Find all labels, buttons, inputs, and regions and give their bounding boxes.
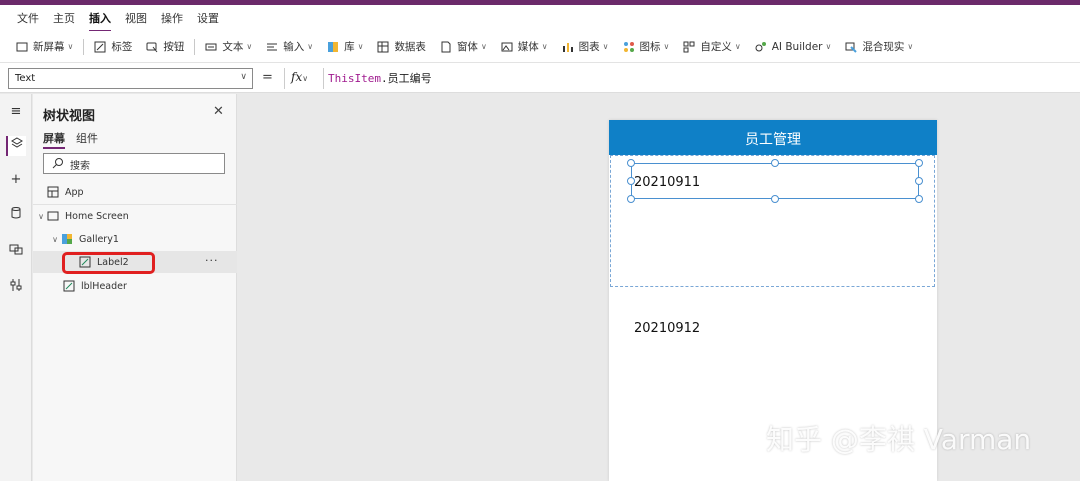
new-screen-icon [16,41,28,53]
button-icon [146,41,158,53]
resize-handle[interactable] [915,195,923,203]
label-icon [63,280,75,292]
media-button[interactable]: 媒体 ∨ [501,39,548,54]
tree-view-title: 树状视图 [43,109,96,124]
text-icon [205,41,217,53]
chevron-down-icon[interactable]: ∨ [49,235,61,244]
custom-icon [683,41,695,53]
media-icon [501,41,513,53]
icons-icon [623,41,635,53]
resize-handle[interactable] [627,159,635,167]
formula-keyword: ThisItem [328,72,381,85]
mixed-reality-button[interactable]: 混合现实 ∨ [845,39,913,54]
left-rail: ≡ + [0,94,32,481]
gallery-item-label[interactable]: 20210911 [634,175,700,190]
tab-components[interactable]: 组件 [76,130,98,146]
menu-settings[interactable]: 设置 [197,8,219,28]
menu-action[interactable]: 操作 [161,8,183,28]
annotation-highlight-box [62,252,155,274]
menu-home[interactable]: 主页 [53,8,75,28]
close-icon[interactable]: ✕ [213,104,224,119]
watermark: 知乎 @李祺 Varman [766,423,1032,456]
data-table-icon [377,41,389,53]
formula-input[interactable]: ThisItem.员工编号 [328,70,432,86]
tree-node-app[interactable]: App [33,181,237,203]
text-button[interactable]: 文本 ∨ [205,39,252,54]
screen-icon [47,210,59,222]
forms-icon [440,41,452,53]
ribbon-separator [83,38,85,55]
resize-handle[interactable] [915,159,923,167]
advanced-tools-icon[interactable] [6,278,26,298]
menu-insert[interactable]: 插入 [89,8,111,32]
label-icon [94,41,106,53]
database-icon[interactable] [6,206,26,226]
chart-icon [562,41,574,53]
gallery-item-label[interactable]: 20210912 [634,321,700,336]
screen-header[interactable]: 员工管理 [609,120,937,155]
fx-button[interactable]: fx∨ [284,68,324,89]
ribbon-separator [194,38,196,55]
ai-builder-icon [755,41,767,53]
tree-view-layers-icon[interactable] [6,136,26,156]
insert-ribbon: 新屏幕 ∨ 标签 按钮 文本 ∨ 输入 ∨ 库 ∨ 数据表 窗体 ∨ 媒体 ∨ 图表 ∨ 图标… [0,31,1080,63]
mixed-reality-icon [845,41,858,53]
menu-file[interactable]: 文件 [17,8,39,28]
tree-view-panel: 树状视图 ✕ 屏幕 组件 搜索 App ∨ Home Screen ∨ Gall… [33,94,237,481]
charts-button[interactable]: 图表 ∨ [562,39,609,54]
resize-handle[interactable] [915,177,923,185]
formula-bar: Text ∨ = fx∨ ThisItem.员工编号 [0,63,1080,93]
gallery-icon [61,233,73,245]
forms-button[interactable]: 窗体 ∨ [440,39,487,54]
media-library-icon[interactable] [6,242,26,262]
more-options-icon[interactable]: ··· [205,254,219,267]
fx-icon: fx [291,70,303,84]
property-value: Text [15,73,36,84]
ai-builder-button[interactable]: AI Builder ∨ [755,41,831,53]
tree-node-home-screen[interactable]: ∨ Home Screen [33,205,237,227]
gallery-icon [327,41,339,53]
chevron-down-icon: ∨ [240,72,247,82]
add-icon[interactable]: + [6,172,26,192]
tab-screens[interactable]: 屏幕 [43,130,65,149]
label-button[interactable]: 标签 [94,39,132,54]
search-icon [52,157,64,169]
new-screen-button[interactable]: 新屏幕 ∨ [16,39,73,54]
tree-node-lblheader[interactable]: lblHeader [33,275,237,297]
input-icon [266,41,278,53]
menu-view[interactable]: 视图 [125,8,147,28]
resize-handle[interactable] [627,195,635,203]
resize-handle[interactable] [771,195,779,203]
gallery-button[interactable]: 库 ∨ [327,39,363,54]
custom-button[interactable]: 自定义 ∨ [683,39,741,54]
button-button[interactable]: 按钮 [146,39,184,54]
property-dropdown[interactable]: Text ∨ [8,68,253,89]
hamburger-menu-icon[interactable]: ≡ [6,104,26,124]
input-button[interactable]: 输入 ∨ [266,39,313,54]
equals-sign: = [262,70,273,85]
app-icon [47,186,59,198]
tree-node-gallery1[interactable]: ∨ Gallery1 [33,228,237,250]
search-placeholder: 搜索 [70,161,90,172]
formula-field: .员工编号 [380,72,432,85]
menu-bar: 文件 主页 插入 视图 操作 设置 [0,5,1080,32]
search-input[interactable]: 搜索 [43,153,225,174]
chevron-down-icon[interactable]: ∨ [35,212,47,221]
icons-button[interactable]: 图标 ∨ [623,39,669,54]
data-table-button[interactable]: 数据表 [377,39,426,54]
resize-handle[interactable] [771,159,779,167]
